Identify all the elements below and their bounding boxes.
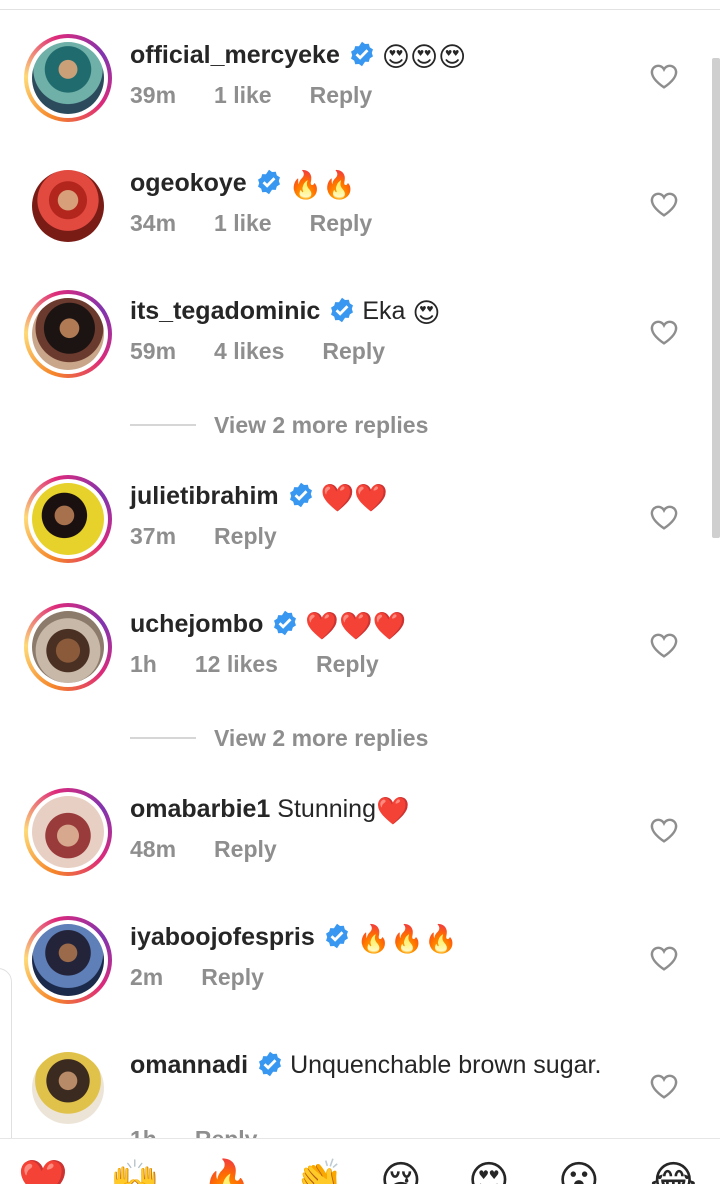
avatar[interactable] [24,290,112,378]
avatar[interactable] [24,603,112,691]
comment-item: julietibrahim ❤️❤️ 37m Reply [0,475,710,575]
like-heart-icon[interactable] [648,501,680,533]
comment-text: Stunning [277,795,376,823]
reply-thread-line [130,424,196,426]
comment-time: 2m [130,964,164,990]
reaction-crying[interactable]: 😢 [380,1161,422,1184]
reaction-heart[interactable]: ❤️ [18,1161,68,1184]
comment-text: Eka [362,297,406,325]
comment-time: 48m [130,836,177,862]
like-heart-icon[interactable] [648,629,680,661]
reply-button[interactable]: Reply [310,82,373,108]
avatar[interactable] [24,162,112,250]
comment-emoji: ❤️❤️❤️ [305,611,407,641]
comment-emoji: 😍😍😍 [381,42,467,72]
verified-badge-icon [259,1051,282,1077]
like-heart-icon[interactable] [648,942,680,974]
comment-username[interactable]: its_tegadominic [130,297,320,325]
comment-username[interactable]: omannadi [130,1051,248,1079]
comment-item: its_tegadominic Eka 😍 59m 4 likes Reply [0,290,710,390]
comment-item: uchejombo ❤️❤️❤️ 1h 12 likes Reply [0,603,710,703]
comment-username[interactable]: uchejombo [130,610,263,638]
comment-time: 37m [130,523,177,549]
view-more-replies-label[interactable]: View 2 more replies [214,407,428,443]
story-ring [24,290,112,378]
comment-item: omannadi Unquenchable brown sugar. 1h Repl… [0,1044,710,1138]
verified-badge-icon [350,41,373,67]
comment-username[interactable]: ogeokoye [130,169,247,197]
avatar[interactable] [24,788,112,876]
comments-screen: official_mercyeke 😍😍😍 39m 1 like Reply ogeo… [0,0,720,1184]
comment-item: iyaboojofespris 🔥🔥🔥 2m Reply [0,916,710,1016]
comment-likes[interactable]: 1 like [214,210,272,236]
comment-time: 1h [130,1126,157,1138]
comment-emoji: ❤️❤️ [320,483,388,513]
scrollbar[interactable] [712,58,720,538]
comment-time: 39m [130,82,177,108]
view-more-replies[interactable]: View 2 more replies [130,720,470,756]
story-ring [24,603,112,691]
verified-badge-icon [257,169,280,195]
comment-likes[interactable]: 4 likes [214,338,284,364]
story-ring [24,475,112,563]
top-divider [0,9,720,10]
comment-likes[interactable]: 1 like [214,82,272,108]
comment-text: Unquenchable brown sugar. [290,1051,602,1079]
avatar[interactable] [24,916,112,1004]
like-heart-icon[interactable] [648,188,680,220]
reaction-fire[interactable]: 🔥 [202,1161,252,1184]
avatar[interactable] [24,475,112,563]
verified-badge-icon [289,482,312,508]
comment-username[interactable]: julietibrahim [130,482,279,510]
verified-badge-icon [274,610,297,636]
view-more-replies-label[interactable]: View 2 more replies [214,720,428,756]
story-ring [24,34,112,122]
view-more-replies[interactable]: View 2 more replies [130,407,470,443]
comment-username[interactable]: iyaboojofespris [130,923,315,951]
comment-emoji: 😍 [412,298,441,328]
reply-button[interactable]: Reply [322,338,385,364]
story-ring [24,916,112,1004]
reaction-heart-eyes[interactable]: 😍 [468,1161,510,1184]
reply-button[interactable]: Reply [316,651,379,677]
comment-item: official_mercyeke 😍😍😍 39m 1 like Reply [0,34,710,134]
comment-likes[interactable]: 12 likes [195,651,278,677]
comment-item: ogeokoye 🔥🔥 34m 1 like Reply [0,162,710,262]
story-ring [24,788,112,876]
reply-button[interactable]: Reply [201,964,264,990]
comment-item: omabarbie1 Stunning❤️ 48m Reply [0,788,710,888]
reply-button[interactable]: Reply [195,1126,258,1138]
avatar[interactable] [24,34,112,122]
verified-badge-icon [331,297,354,323]
like-heart-icon[interactable] [648,316,680,348]
reply-button[interactable]: Reply [214,523,277,549]
comment-time: 34m [130,210,177,236]
avatar[interactable] [24,1044,112,1132]
reply-button[interactable]: Reply [310,210,373,236]
reply-button[interactable]: Reply [214,836,277,862]
comment-time: 1h [130,651,157,677]
reaction-clap[interactable]: 👏 [294,1161,344,1184]
comment-time: 59m [130,338,177,364]
like-heart-icon[interactable] [648,814,680,846]
comment-username[interactable]: omabarbie1 [130,795,270,823]
verified-badge-icon [325,923,348,949]
reply-thread-line [130,737,196,739]
reaction-surprised[interactable]: 😮 [558,1161,600,1184]
like-heart-icon[interactable] [648,1070,680,1102]
quick-reaction-bar: ❤️ 🙌 🔥 👏 😢 😍 😮 😂 [0,1138,720,1184]
comment-username[interactable]: official_mercyeke [130,41,340,69]
comment-emoji: 🔥🔥 [288,170,356,200]
reaction-raised-hands[interactable]: 🙌 [110,1161,160,1184]
comment-emoji: ❤️ [376,796,410,826]
reaction-laughing[interactable]: 😂 [650,1161,697,1184]
like-heart-icon[interactable] [648,60,680,92]
comment-emoji: 🔥🔥🔥 [356,924,458,954]
